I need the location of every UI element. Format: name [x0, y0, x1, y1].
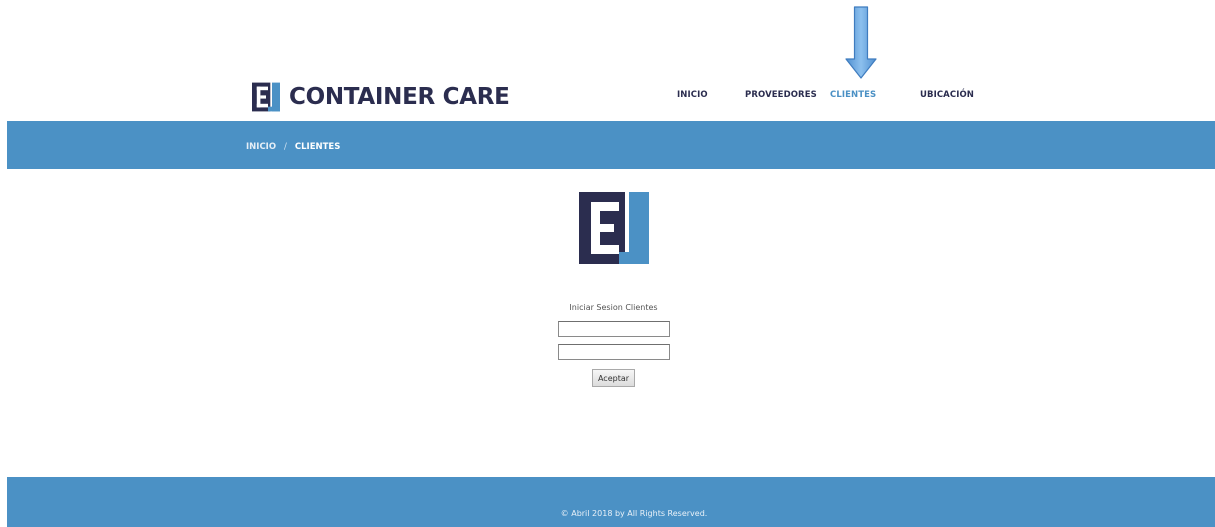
username-field[interactable]	[558, 321, 670, 337]
breadcrumb-home[interactable]: INICIO	[246, 142, 276, 152]
breadcrumb-bar: INICIO / CLIENTES	[7, 121, 1215, 169]
site-header: CONTAINER CARE INICIO PROVEEDORES CLIENT…	[0, 0, 1215, 121]
brand-logo[interactable]: CONTAINER CARE	[252, 82, 510, 112]
accept-button[interactable]: Aceptar	[592, 369, 635, 387]
breadcrumb-current: CLIENTES	[294, 142, 341, 152]
site-footer: © Abril 2018 by All Rights Reserved.	[7, 477, 1215, 527]
copyright-text: © Abril 2018 by All Rights Reserved.	[560, 509, 708, 518]
nav-item-clientes[interactable]: CLIENTES	[830, 90, 876, 100]
login-title: Iniciar Sesion Clientes	[569, 303, 658, 312]
nav-item-ubicacion[interactable]: UBICACIÓN	[920, 90, 974, 100]
breadcrumb: INICIO / CLIENTES	[246, 142, 340, 152]
password-field[interactable]	[558, 344, 670, 360]
breadcrumb-separator: /	[284, 142, 287, 152]
down-arrow-icon	[845, 6, 877, 79]
brand-name: CONTAINER CARE	[289, 84, 510, 110]
container-care-logo-icon	[579, 192, 649, 264]
nav-item-proveedores[interactable]: PROVEEDORES	[745, 90, 817, 100]
container-care-logo-icon	[252, 82, 280, 112]
nav-item-inicio[interactable]: INICIO	[677, 90, 708, 100]
